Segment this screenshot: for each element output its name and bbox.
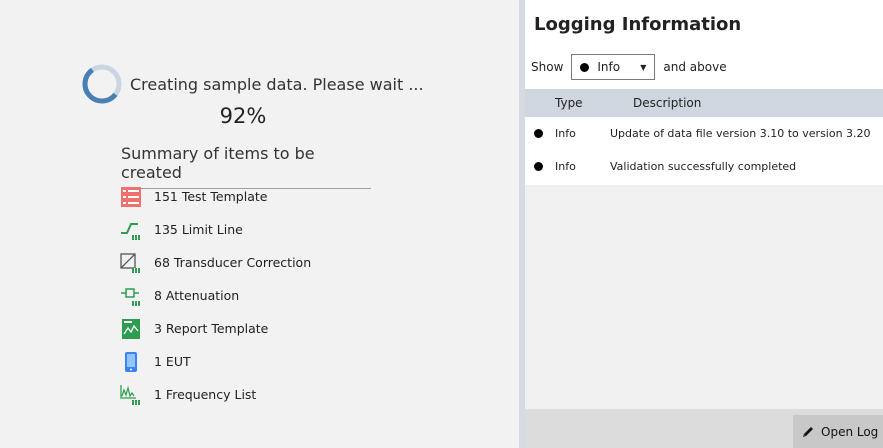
log-row-type: Info [555,160,576,173]
progress-percent: 92% [219,104,267,128]
log-row[interactable]: Info Validation successfully completed [525,150,883,183]
summary-item-label: 68 Transducer Correction [154,255,312,270]
test-template-icon [120,186,142,208]
log-row-description: Update of data file version 3.10 to vers… [610,127,871,140]
summary-item-eut: 1 EUT [120,345,311,378]
summary-item-attenuation: 8 Attenuation [120,279,311,312]
info-level-icon [534,162,543,171]
summary-item-report-template: 3 Report Template [120,312,311,345]
log-empty-area [525,185,883,409]
logging-panel: Logging Information Show Info ▼ and abov… [525,0,883,448]
progress-status-row: Creating sample data. Please wait ... [80,60,424,108]
open-log-button[interactable]: Open Log [793,415,883,448]
attenuation-icon [120,285,142,307]
pencil-icon [803,426,813,437]
summary-item-frequency-list: 1 Frequency List [120,378,311,411]
log-level-value: Info [597,60,621,74]
transducer-correction-icon [120,252,142,274]
summary-item-test-template: 151 Test Template [120,180,311,213]
info-level-icon [580,62,590,72]
summary-item-limit-line: 135 Limit Line [120,213,311,246]
log-row-type: Info [555,127,576,140]
loading-spinner-icon [82,64,122,104]
eut-icon [120,351,142,373]
log-row[interactable]: Info Update of data file version 3.10 to… [525,117,883,150]
limit-line-icon [120,219,142,241]
summary-item-label: 1 EUT [154,354,191,369]
summary-item-label: 3 Report Template [154,321,269,336]
summary-item-label: 8 Attenuation [154,288,240,303]
logging-title: Logging Information [534,14,742,35]
column-header-type[interactable]: Type [525,96,601,110]
summary-item-label: 1 Frequency List [154,387,257,402]
summary-item-transducer-correction: 68 Transducer Correction [120,246,311,279]
frequency-list-icon [120,384,142,406]
show-label: Show [531,60,564,74]
column-header-description[interactable]: Description [601,96,701,110]
log-footer: Open Log [525,409,883,448]
log-filter-row: Show Info ▼ and above [531,53,727,81]
open-log-label: Open Log [821,424,879,439]
progress-panel: Creating sample data. Please wait ... 92… [0,0,519,448]
and-above-label: and above [663,60,727,74]
chevron-down-icon: ▼ [640,62,647,72]
log-level-select[interactable]: Info ▼ [571,54,656,80]
log-table-header: Type Description [525,89,883,117]
status-text: Creating sample data. Please wait ... [130,74,424,94]
info-level-icon [534,129,543,138]
summary-items-list: 151 Test Template 135 Limit Line 68 Tran… [120,180,311,411]
report-template-icon [120,318,142,340]
summary-item-label: 151 Test Template [154,189,268,204]
summary-item-label: 135 Limit Line [154,222,243,237]
log-table-body: Info Update of data file version 3.10 to… [525,117,883,183]
log-row-description: Validation successfully completed [610,160,797,173]
